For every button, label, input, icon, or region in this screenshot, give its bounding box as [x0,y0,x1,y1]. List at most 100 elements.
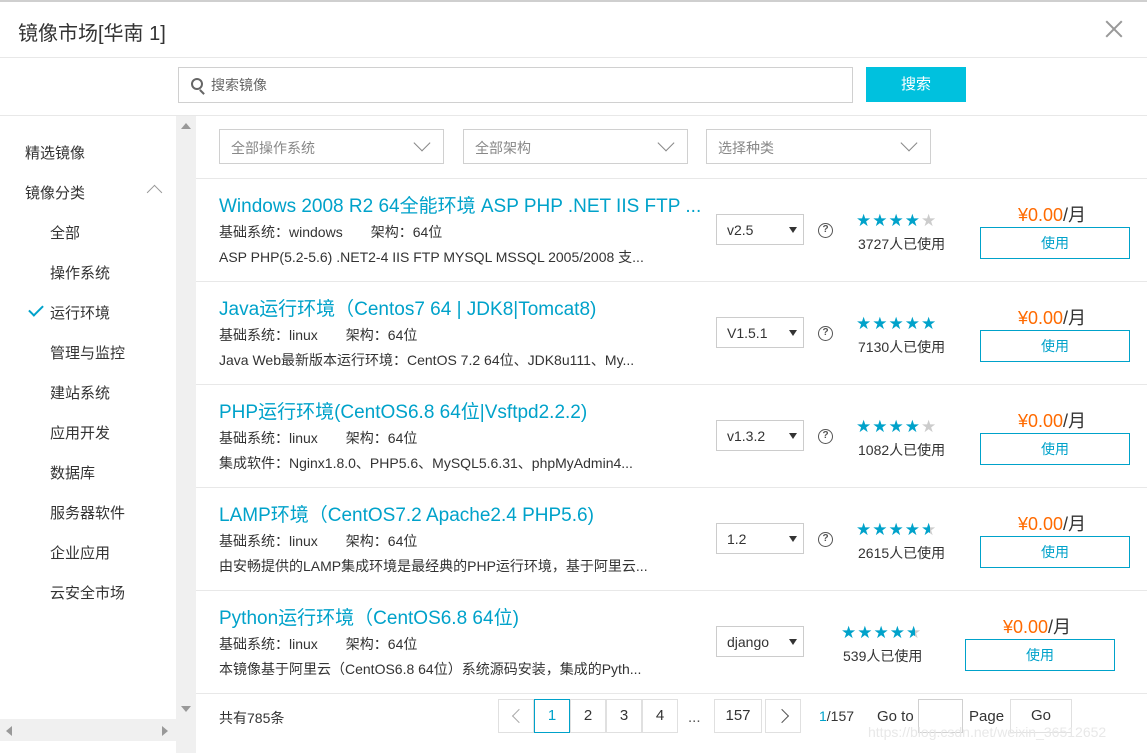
use-button[interactable]: 使用 [980,536,1130,568]
star-icon: ★ [921,520,938,539]
star-icon: ★ [888,314,905,333]
product-title[interactable]: LAMP环境（CentOS7.2 Apache2.4 PHP5.6) [219,500,594,527]
vertical-scrollbar[interactable] [176,116,196,753]
use-button[interactable]: 使用 [980,227,1130,259]
close-icon[interactable] [1103,18,1125,40]
star-icon: ★ [841,623,858,642]
version-select[interactable]: V1.5.1 [716,317,804,348]
star-icon: ★ [904,417,921,436]
next-page-button[interactable] [765,699,801,733]
use-button[interactable]: 使用 [965,639,1115,671]
sidebar-category-header[interactable]: 镜像分类 [25,182,85,203]
caret-down-icon [789,227,797,233]
star-icon: ★ [872,520,889,539]
price-unit: /月 [1063,205,1087,225]
product-description: ASP PHP(5.2-5.6) .NET2-4 IIS FTP MYSQL M… [219,249,644,265]
version-select[interactable]: django [716,626,804,657]
version-value: V1.5.1 [727,325,768,341]
product-row: Windows 2008 R2 64全能环境 ASP PHP .NET IIS … [196,179,1147,282]
version-select[interactable]: v2.5 [716,214,804,245]
help-icon[interactable]: ? [818,532,833,547]
sidebar-item-security[interactable]: 云安全市场 [50,582,125,603]
product-description: Java Web最新版本运行环境：CentOS 7.2 64位、JDK8u111… [219,352,635,368]
sidebar-item-enterprise[interactable]: 企业应用 [50,542,110,563]
page-button-4[interactable]: 4 [642,699,678,733]
sidebar-item-appdev[interactable]: 应用开发 [50,422,110,443]
help-icon[interactable]: ? [818,326,833,341]
sidebar-item-featured[interactable]: 精选镜像 [25,142,85,163]
price-amount: ¥0.00 [1003,617,1049,637]
dialog-title: 镜像市场[华南 1] [18,23,166,45]
chevron-down-icon [900,134,918,152]
page-button-3[interactable]: 3 [606,699,642,733]
base-system: 基础系统：windows [219,224,343,240]
watermark: https://blog.csdn.net/weixin_36512652 [868,724,1107,740]
usage-count: 7130人已使用 [858,339,946,355]
star-icon: ★ [904,314,921,333]
sidebar-item-runtime[interactable]: 运行环境 [50,302,110,323]
help-icon[interactable]: ? [818,223,833,238]
star-icon: ★ [904,520,921,539]
sidebar-item-management[interactable]: 管理与监控 [50,342,125,363]
version-value: v2.5 [727,222,754,238]
scroll-right-icon[interactable] [162,726,168,736]
search-icon [191,78,203,90]
product-meta: 基础系统：linux 架构：64位 [219,531,417,551]
price: ¥0.00/月 [1003,613,1071,639]
version-select[interactable]: 1.2 [716,523,804,554]
price-amount: ¥0.00 [1018,205,1064,225]
os-filter-select[interactable]: 全部操作系统 [219,129,444,164]
architecture: 架构：64位 [345,636,418,652]
version-select[interactable]: v1.3.2 [716,420,804,451]
sidebar-item-all[interactable]: 全部 [50,222,80,243]
horizontal-scrollbar[interactable] [0,719,176,741]
sidebar-item-os[interactable]: 操作系统 [50,262,110,283]
search-button[interactable]: 搜索 [866,67,966,102]
product-row: Java运行环境（Centos7 64 | JDK8|Tomcat8) 基础系统… [196,282,1147,385]
star-icon: ★ [856,211,873,230]
base-system: 基础系统：linux [219,327,318,343]
scroll-down-icon[interactable] [181,706,191,712]
star-icon: ★ [921,417,938,436]
price: ¥0.00/月 [1018,304,1086,330]
scroll-up-icon[interactable] [181,123,191,129]
use-button[interactable]: 使用 [980,433,1130,465]
star-icon: ★ [888,417,905,436]
star-icon: ★ [888,211,905,230]
rating-stars: ★★★★★ [841,623,922,643]
product-title[interactable]: PHP运行环境(CentOS6.8 64位|Vsftpd2.2.2) [219,397,587,424]
search-input[interactable] [211,68,841,102]
price-amount: ¥0.00 [1018,514,1064,534]
base-system: 基础系统：linux [219,430,318,446]
product-row: Python运行环境（CentOS6.8 64位) 基础系统：linux 架构：6… [196,591,1147,694]
caret-down-icon [789,433,797,439]
product-title[interactable]: Java运行环境（Centos7 64 | JDK8|Tomcat8) [219,294,596,321]
price: ¥0.00/月 [1018,201,1086,227]
star-icon: ★ [921,211,938,230]
price-unit: /月 [1063,411,1087,431]
scroll-left-icon[interactable] [6,726,12,736]
page-label: Page [969,708,1005,725]
sidebar-item-server-software[interactable]: 服务器软件 [50,502,125,523]
caret-down-icon [789,639,797,645]
sidebar-item-database[interactable]: 数据库 [50,462,95,483]
page-button-2[interactable]: 2 [570,699,606,733]
star-icon: ★ [872,211,889,230]
use-button[interactable]: 使用 [980,330,1130,362]
pagination: 共有785条 1 2 3 4 ... 157 1/157 Go to Page … [196,692,1147,753]
total-count: 共有785条 [219,710,285,726]
help-icon[interactable]: ? [818,429,833,444]
price: ¥0.00/月 [1018,510,1086,536]
type-filter-select[interactable]: 选择种类 [706,129,931,164]
product-title[interactable]: Python运行环境（CentOS6.8 64位) [219,603,519,630]
product-title[interactable]: Windows 2008 R2 64全能环境 ASP PHP .NET IIS … [219,191,701,218]
rating-stars: ★★★★★ [856,417,937,437]
page-button-last[interactable]: 157 [714,699,762,733]
product-description: 本镜像基于阿里云（CentOS6.8 64位）系统源码安装，集成的Pyth... [219,661,642,677]
sidebar-item-website[interactable]: 建站系统 [50,382,110,403]
page-button-1[interactable]: 1 [534,699,570,733]
star-icon: ★ [889,623,906,642]
arch-filter-select[interactable]: 全部架构 [463,129,688,164]
prev-page-button[interactable] [498,699,534,733]
version-value: v1.3.2 [727,428,766,444]
